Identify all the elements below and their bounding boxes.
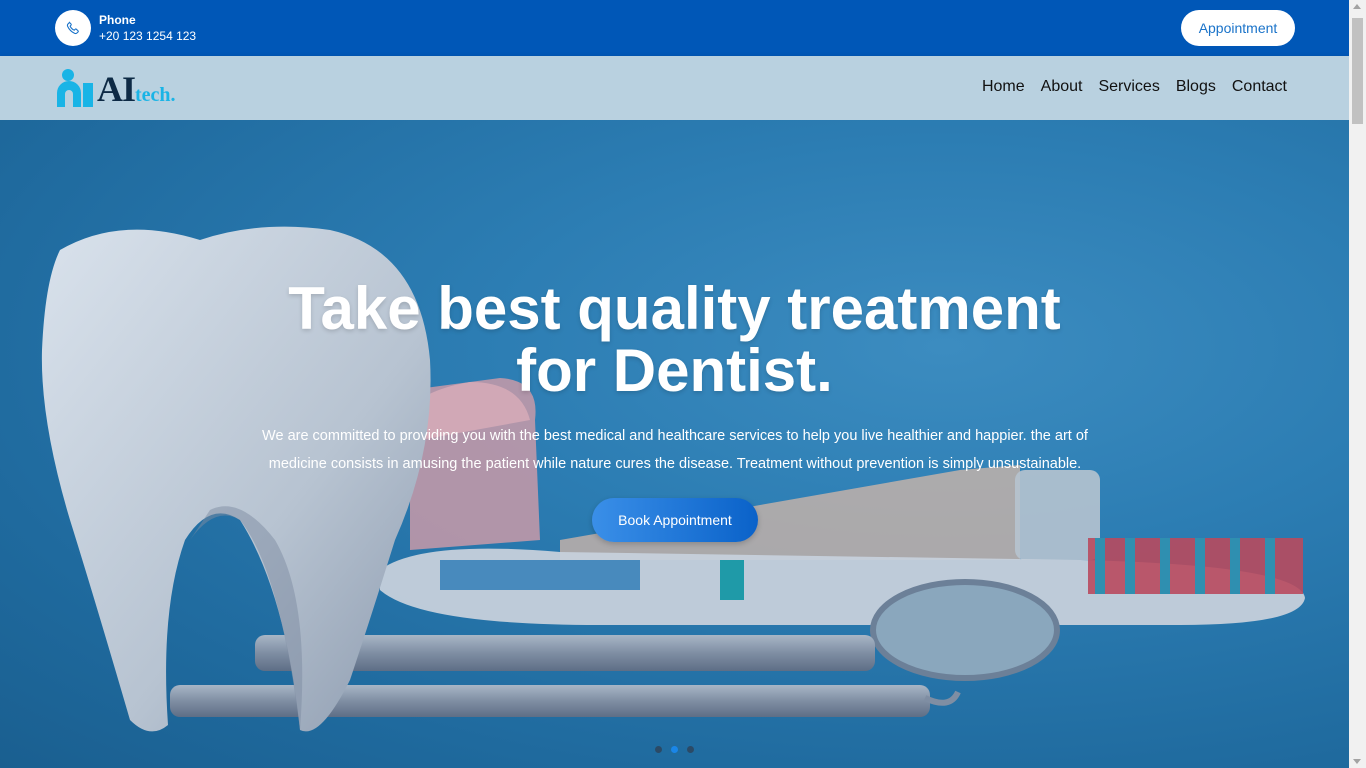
carousel-dot-2[interactable] [671, 746, 678, 753]
scroll-down-icon[interactable] [1353, 759, 1361, 764]
hero-title-line-1: Take best quality treatment [288, 275, 1061, 342]
main-navbar: AI tech. Home About Services Blogs Conta… [0, 56, 1349, 120]
nav-item-contact[interactable]: Contact [1232, 78, 1287, 96]
appointment-button[interactable]: Appointment [1181, 10, 1295, 46]
hero-section: Take best quality treatment for Dentist.… [0, 120, 1349, 768]
logo-text: AI [97, 69, 136, 109]
logo-mark-icon [55, 69, 95, 107]
nav-item-about[interactable]: About [1041, 78, 1083, 96]
nav-item-home[interactable]: Home [982, 78, 1025, 96]
carousel-dot-1[interactable] [655, 746, 662, 753]
scrollbar-thumb[interactable] [1352, 18, 1363, 124]
scroll-up-icon[interactable] [1353, 4, 1361, 9]
phone-icon [55, 10, 91, 46]
phone-label: Phone [99, 13, 136, 27]
vertical-scrollbar[interactable] [1349, 0, 1366, 768]
phone-number[interactable]: +20 123 1254 123 [99, 29, 196, 43]
nav-item-services[interactable]: Services [1098, 78, 1159, 96]
top-bar: Phone +20 123 1254 123 Appointment [0, 0, 1349, 56]
nav-item-blogs[interactable]: Blogs [1176, 78, 1216, 96]
carousel-indicators [655, 746, 694, 753]
hero-title: Take best quality treatment for Dentist. [0, 278, 1349, 402]
carousel-dot-3[interactable] [687, 746, 694, 753]
logo-subtext: tech. [135, 84, 176, 106]
hero-description: We are committed to providing you with t… [262, 428, 1088, 472]
logo[interactable]: AI tech. [55, 69, 176, 107]
book-appointment-button[interactable]: Book Appointment [592, 498, 758, 542]
hero-title-line-2: for Dentist. [516, 337, 833, 404]
nav-menu: Home About Services Blogs Contact [982, 78, 1287, 96]
